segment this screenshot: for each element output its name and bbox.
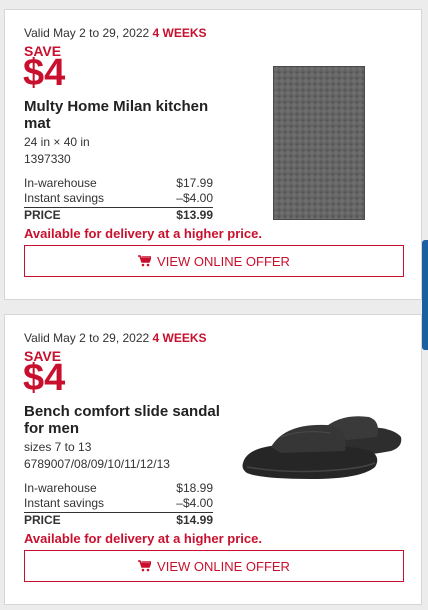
view-online-offer-button[interactable]: VIEW ONLINE OFFER (24, 245, 404, 277)
price-row-instant-savings: Instant savings –$4.00 (24, 496, 213, 510)
product-size: sizes 7 to 13 (24, 440, 92, 454)
kitchen-mat-image[interactable] (273, 66, 365, 220)
price-row-final: PRICE $14.99 (24, 512, 213, 527)
price-row-final: PRICE $13.99 (24, 207, 213, 222)
weeks-badge: 4 WEEKS (152, 331, 207, 345)
cart-icon (138, 255, 152, 267)
feedback-side-tab[interactable] (422, 240, 428, 350)
price-table: In-warehouse $18.99 Instant savings –$4.00… (24, 481, 213, 528)
price-table: In-warehouse $17.99 Instant savings –$4.00… (24, 176, 213, 223)
product-title[interactable]: Multy Home Milan kitchen mat (24, 98, 229, 132)
save-amount: $4 (23, 52, 66, 94)
product-title[interactable]: Bench comfort slide sandal for men (24, 403, 229, 437)
validity-text: Valid May 2 to 29, 2022 4 WEEKS (24, 26, 207, 40)
save-amount: $4 (23, 357, 66, 399)
weeks-badge: 4 WEEKS (152, 26, 207, 40)
product-sku: 1397330 (24, 152, 71, 166)
price-row-instant-savings: Instant savings –$4.00 (24, 191, 213, 205)
offer-card: Valid May 2 to 29, 2022 4 WEEKS SAVE $4 … (4, 9, 422, 300)
delivery-note: Available for delivery at a higher price… (24, 531, 262, 546)
view-online-offer-button[interactable]: VIEW ONLINE OFFER (24, 550, 404, 582)
sandal-image[interactable] (241, 407, 405, 487)
validity-text: Valid May 2 to 29, 2022 4 WEEKS (24, 331, 207, 345)
product-sku: 6789007/08/09/10/11/12/13 (24, 457, 170, 471)
cart-icon (138, 560, 152, 572)
delivery-note: Available for delivery at a higher price… (24, 226, 262, 241)
price-row-in-warehouse: In-warehouse $18.99 (24, 481, 213, 495)
product-size: 24 in × 40 in (24, 135, 90, 149)
offer-card: Valid May 2 to 29, 2022 4 WEEKS SAVE $4 … (4, 314, 422, 605)
price-row-in-warehouse: In-warehouse $17.99 (24, 176, 213, 190)
